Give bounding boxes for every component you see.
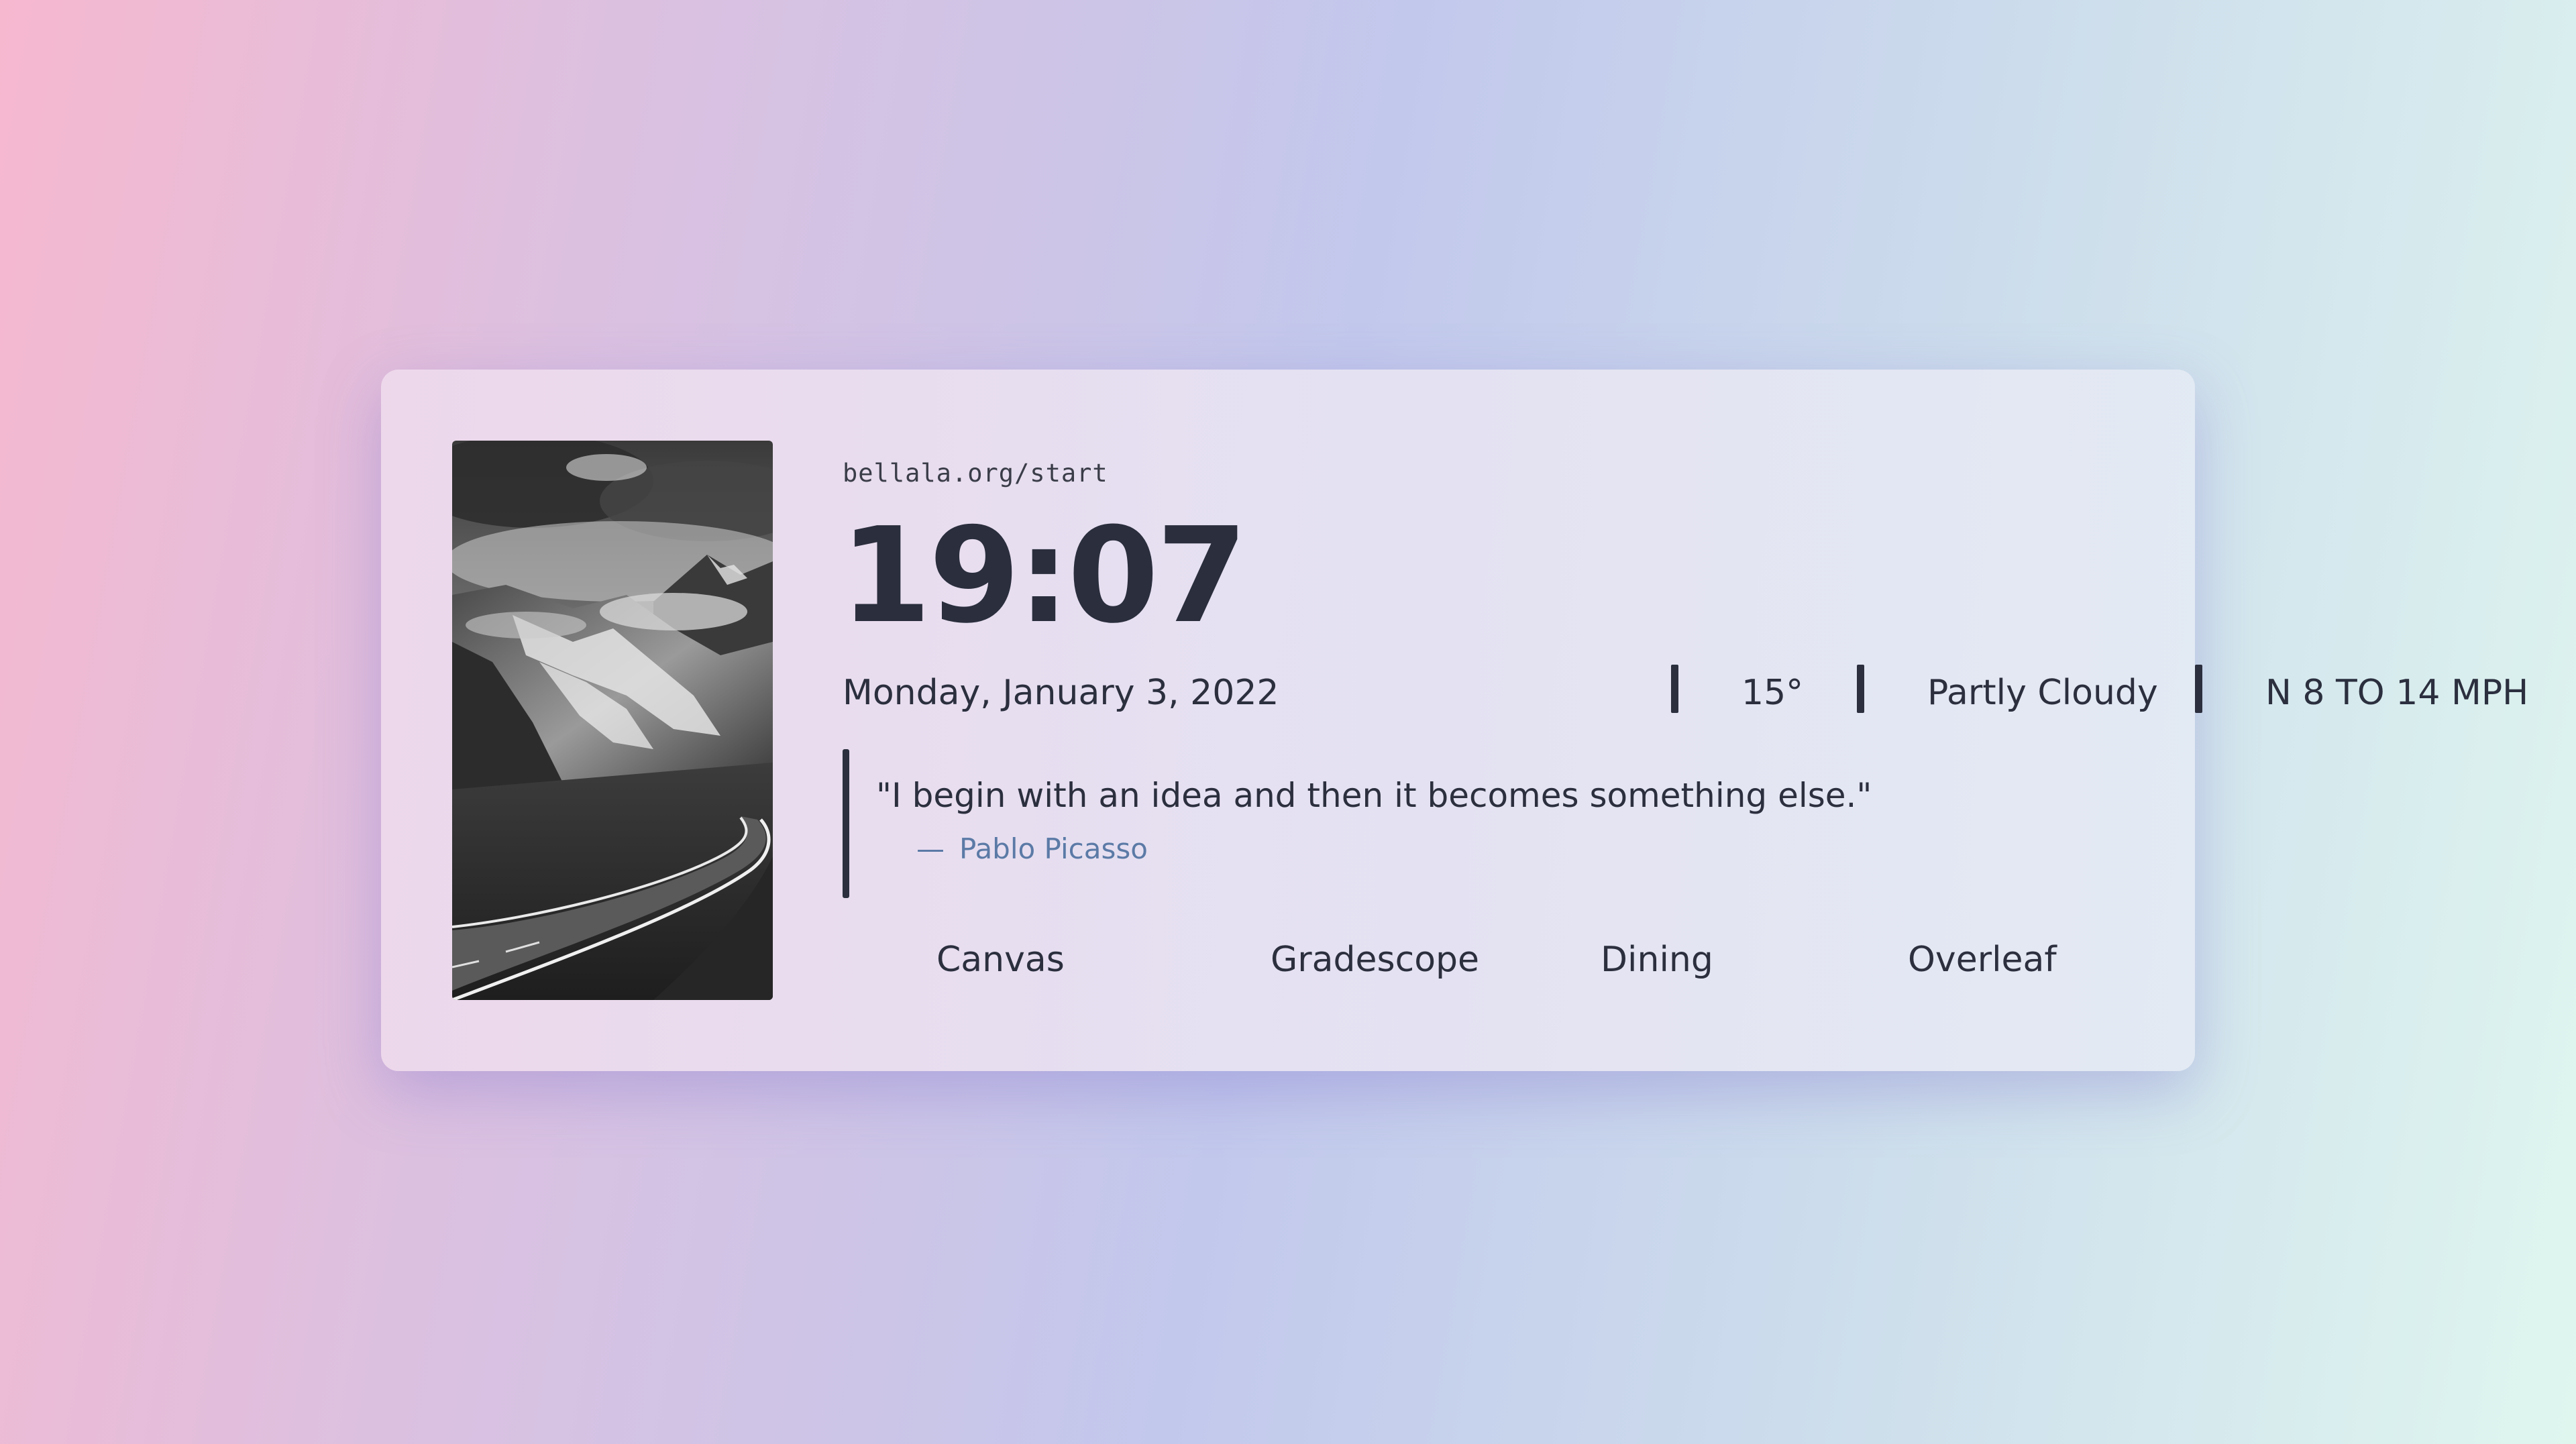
divider [1857, 665, 1864, 713]
divider [2195, 665, 2202, 713]
link-overleaf[interactable]: Overleaf [1908, 940, 2057, 980]
divider [1671, 665, 1678, 713]
quote-author: — Pablo Picasso [916, 832, 1148, 865]
date-label: Monday, January 3, 2022 [843, 673, 1279, 713]
weather-condition-label: Partly Cloudy [1927, 673, 2158, 713]
temperature-label: 15° [1741, 673, 1804, 713]
startpage-card: bellala.org/start 19:07 Monday, January … [381, 370, 2528, 1071]
link-canvas[interactable]: Canvas [936, 940, 1065, 980]
quote-block: "I begin with an idea and then it become… [843, 749, 2050, 898]
link-gradescope[interactable]: Gradescope [1271, 940, 1479, 980]
quote-dash: — [916, 832, 945, 865]
quote-author-name: Pablo Picasso [959, 832, 1148, 865]
link-dining[interactable]: Dining [1601, 940, 1713, 980]
wind-label: N 8 TO 14 MPH [2265, 673, 2529, 713]
clock-time: 19:07 [840, 500, 1248, 653]
landscape-photo [452, 441, 773, 1000]
weather-info-row: Monday, January 3, 2022 15° Partly Cloudy N… [843, 665, 2528, 718]
quote-bar [843, 749, 849, 898]
mountain-road-photo [452, 441, 773, 1000]
quote-text: "I begin with an idea and then it become… [876, 776, 1872, 815]
quick-links: Canvas Gradescope Dining Overleaf [843, 940, 2117, 993]
start-url: bellala.org/start [843, 459, 1108, 488]
